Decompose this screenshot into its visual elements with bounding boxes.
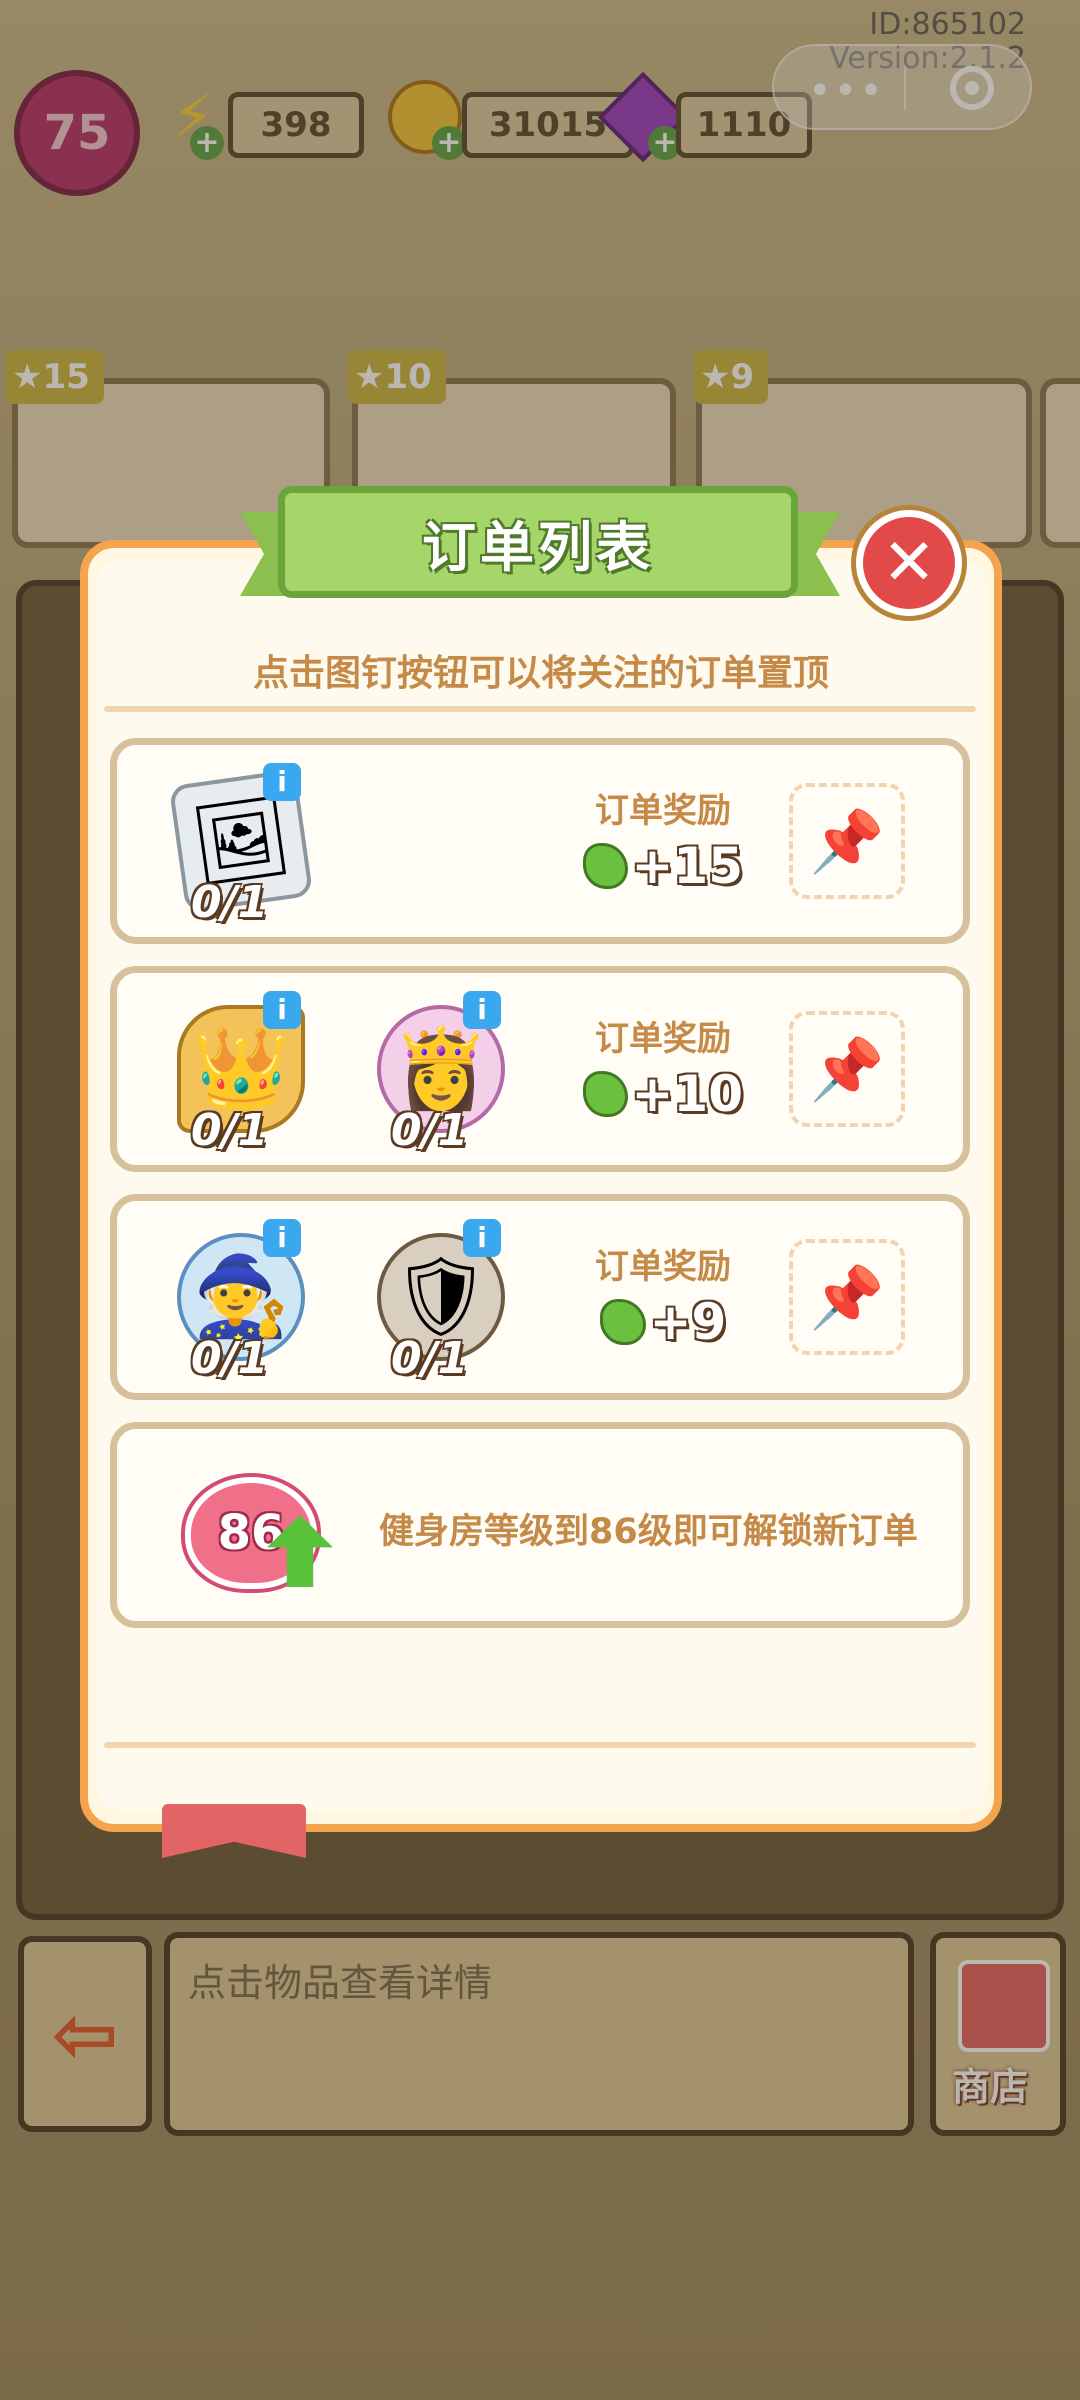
item-count: 0/1 — [191, 877, 269, 928]
locked-order-row: 86 健身房等级到86级即可解锁新订单 — [110, 1422, 970, 1628]
info-icon[interactable]: i — [463, 991, 501, 1029]
reward-label: 订单奖励 — [595, 1247, 731, 1287]
leaf-star-icon — [583, 1071, 628, 1117]
info-icon[interactable]: i — [263, 1219, 301, 1257]
pin-hint-text: 点击图钉按钮可以将关注的订单置顶 — [252, 653, 829, 694]
required-level: 86 — [217, 1505, 285, 1561]
item-count: 0/1 — [391, 1333, 469, 1384]
leaf-star-icon — [583, 843, 628, 889]
reward-label: 订单奖励 — [595, 791, 731, 831]
reward-amount: +15 — [631, 837, 743, 895]
info-icon[interactable]: i — [463, 1219, 501, 1257]
order-item[interactable]: 🖼 i 0/1 — [163, 763, 314, 928]
close-icon: ✕ — [882, 526, 936, 600]
order-row: 👑 i 0/1 👸 i 0/1 订单奖励 +10 📌 — [110, 966, 970, 1172]
reward-value: +10 — [583, 1065, 743, 1123]
unlock-requirement-text: 健身房等级到86级即可解锁新订单 — [379, 1512, 918, 1552]
leaf-star-icon — [599, 1299, 646, 1345]
reward-value: +9 — [583, 1293, 743, 1351]
order-item[interactable]: 👑 i 0/1 — [163, 991, 313, 1156]
divider — [104, 1742, 976, 1748]
pin-icon: 📌 — [809, 1262, 885, 1333]
pin-icon: 📌 — [809, 1034, 885, 1105]
item-count: 0/1 — [391, 1105, 469, 1156]
reward-amount: +10 — [631, 1065, 743, 1123]
order-item[interactable]: 👸 i 0/1 — [363, 991, 513, 1156]
pin-icon: 📌 — [809, 806, 885, 877]
close-dialog-button[interactable]: ✕ — [856, 510, 962, 616]
info-icon[interactable]: i — [263, 991, 301, 1029]
order-item[interactable]: 🛡 i 0/1 — [363, 1219, 513, 1384]
dialog-title-banner: 订单列表 — [278, 486, 798, 598]
divider — [104, 706, 976, 712]
pin-button[interactable]: 📌 — [789, 1239, 905, 1355]
reward-amount: +9 — [649, 1293, 727, 1351]
reward-value: +15 — [583, 837, 743, 895]
item-count: 0/1 — [191, 1333, 269, 1384]
reward-label: 订单奖励 — [595, 1019, 731, 1059]
item-count: 0/1 — [191, 1105, 269, 1156]
order-item[interactable]: 🧙 i 0/1 — [163, 1219, 313, 1384]
info-icon[interactable]: i — [263, 763, 301, 801]
dialog-title: 订单列表 — [422, 515, 654, 579]
pin-button[interactable]: 📌 — [789, 783, 905, 899]
pin-button[interactable]: 📌 — [789, 1011, 905, 1127]
order-row: 🖼 i 0/1 订单奖励 +15 📌 — [110, 738, 970, 944]
order-row: 🧙 i 0/1 🛡 i 0/1 订单奖励 +9 📌 — [110, 1194, 970, 1400]
